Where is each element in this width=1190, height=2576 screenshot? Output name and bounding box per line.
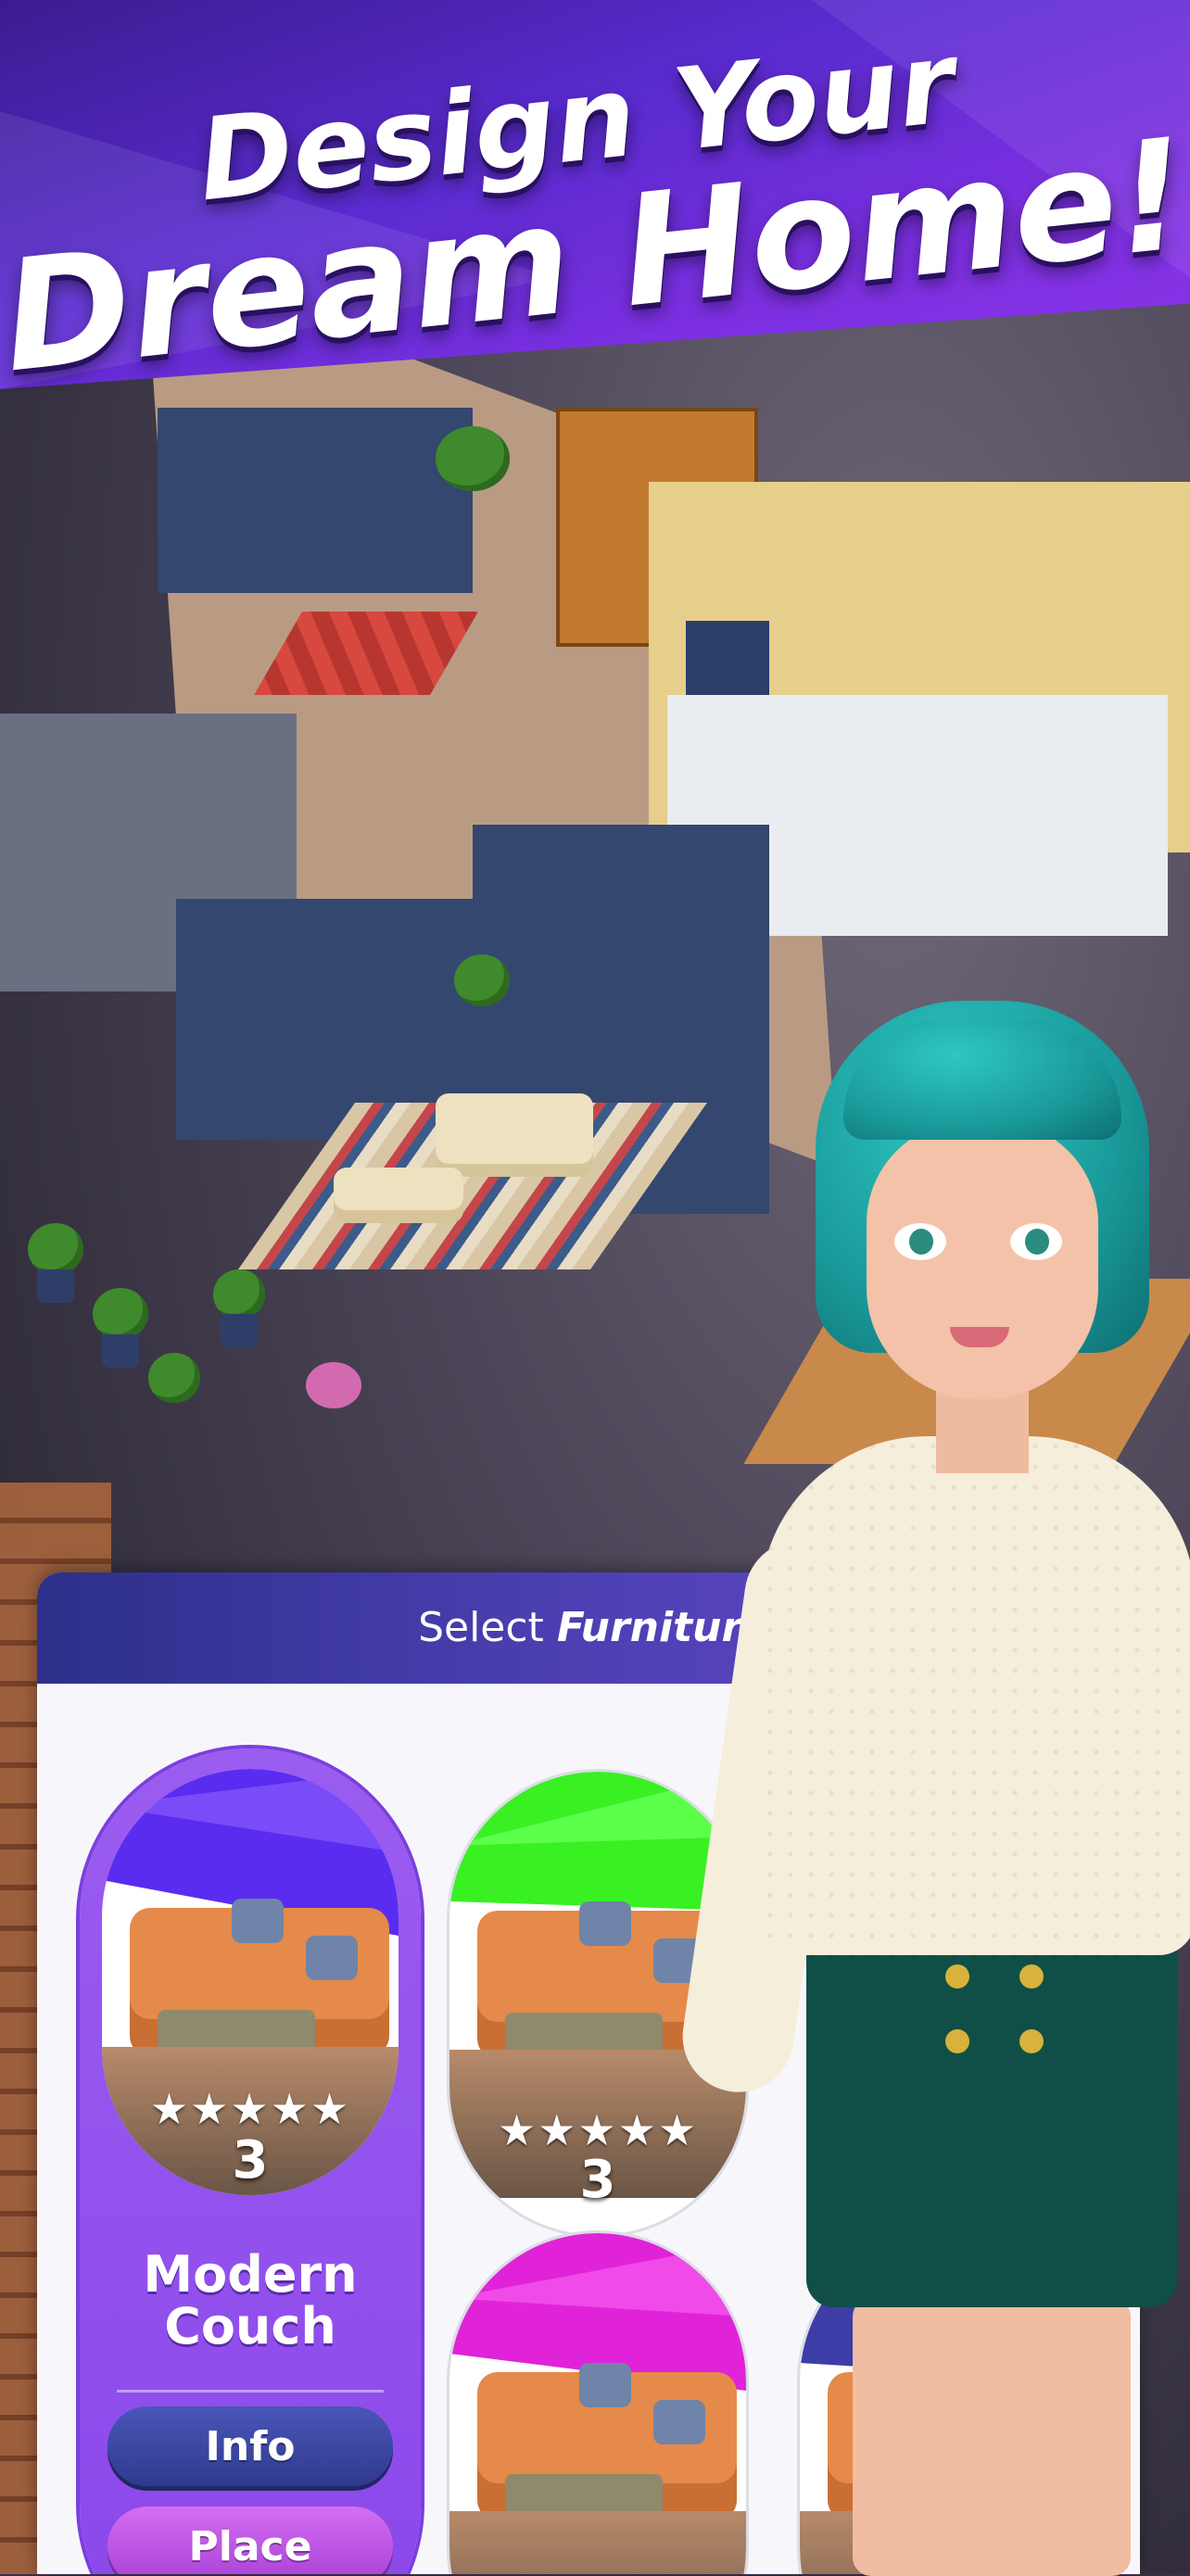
potted-plant-icon[interactable]	[436, 426, 510, 491]
character-eye-right	[1010, 1223, 1062, 1260]
item-name-line-2: Couch	[164, 2297, 336, 2355]
character-face	[867, 1121, 1098, 1399]
furniture-thumbnail: ★★★★★ 3	[102, 1769, 399, 2195]
star-rating: ★★★★★	[497, 2105, 699, 2155]
flower-planter-icon[interactable]	[306, 1362, 361, 1408]
potted-plant-icon[interactable]	[454, 954, 510, 1006]
furniture-thumbnail: ★★★★★	[449, 2233, 746, 2574]
card-divider	[117, 2390, 384, 2393]
item-count: 3	[232, 2130, 269, 2191]
star-rating: ★★★★★	[149, 2084, 351, 2134]
info-button[interactable]: Info	[108, 2406, 393, 2486]
character-skirt	[806, 1909, 1177, 2307]
potted-plant-icon[interactable]	[93, 1288, 148, 1340]
potted-plant-icon[interactable]	[28, 1223, 83, 1275]
cushion-icon	[653, 2400, 705, 2444]
panel-title-prefix: Select	[418, 1604, 544, 1651]
furniture-card-modern-couch[interactable]: ★★★★★ 3 Modern Couch Info Place	[80, 1749, 421, 2574]
potted-plant-icon[interactable]	[148, 1353, 200, 1403]
character-eye-left	[894, 1223, 946, 1260]
skirt-button	[945, 1964, 969, 1989]
item-name-line-1: Modern	[143, 2245, 358, 2304]
designer-character	[675, 1001, 1190, 2576]
plant-pot	[221, 1314, 258, 1347]
character-legs	[853, 2298, 1131, 2576]
thumbnail-base	[449, 2511, 746, 2574]
living-room-bench[interactable]	[334, 1168, 463, 1223]
skirt-button	[945, 2029, 969, 2053]
cushion-icon	[306, 1936, 358, 1980]
plant-pot	[102, 1334, 139, 1368]
skirt-button	[1019, 1964, 1044, 1989]
skirt-button	[1019, 2029, 1044, 2053]
panel-title: Select Furniture	[37, 1572, 769, 1684]
plant-pot	[37, 1269, 74, 1303]
potted-plant-icon[interactable]	[213, 1269, 265, 1320]
character-bangs	[843, 1019, 1121, 1140]
office-wall	[158, 408, 473, 593]
character-blouse	[760, 1436, 1190, 1955]
place-button[interactable]: Place	[108, 2507, 393, 2574]
item-name: Modern Couch	[80, 2249, 421, 2353]
cushion-icon	[232, 1899, 284, 1943]
living-room-sofa[interactable]	[436, 1093, 593, 1177]
item-count: 3	[579, 2150, 616, 2210]
cushion-icon	[579, 1901, 631, 1946]
cushion-icon	[579, 2363, 631, 2407]
